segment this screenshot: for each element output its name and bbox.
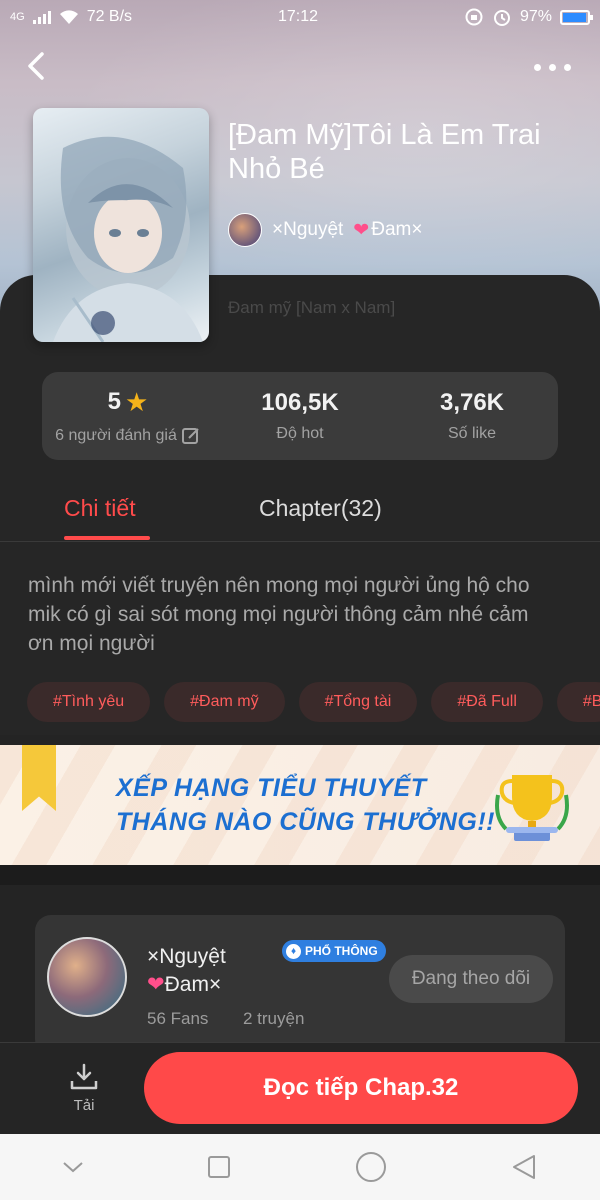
drop-icon: ♦ xyxy=(286,943,301,959)
fans-count: 56 Fans xyxy=(147,1009,209,1028)
download-label: Tải xyxy=(73,1097,95,1114)
story-genre: Đam mỹ [Nam x Nam] xyxy=(228,298,396,317)
recent-apps-icon[interactable] xyxy=(207,1155,231,1179)
author-card-name[interactable]: ×Nguyệt ❤Đam× xyxy=(147,943,277,999)
rotation-lock-icon xyxy=(465,8,483,26)
banner-line-2: THÁNG NÀO CŨNG THƯỞNG!! xyxy=(116,808,496,836)
edit-icon[interactable] xyxy=(181,426,201,446)
system-navigation-bar xyxy=(0,1134,600,1200)
star-icon: ★ xyxy=(125,386,149,417)
network-type: 4G xyxy=(10,11,25,23)
author-name: ×Nguyệt xyxy=(272,219,344,240)
wifi-icon xyxy=(59,10,78,24)
rating-value: 5 xyxy=(107,388,122,415)
author-card-name-line1: ×Nguyệt xyxy=(147,945,226,968)
battery-percent: 97% xyxy=(519,8,552,25)
continue-reading-button[interactable]: Đọc tiếp Chap.32 xyxy=(144,1052,578,1124)
tag-list: #Tình yêu #Đam mỹ #Tổng tài #Đã Full #B xyxy=(27,682,600,722)
trophy-icon xyxy=(495,775,569,841)
following-button[interactable]: Đang theo dõi xyxy=(389,955,553,1003)
hot-label: Độ hot xyxy=(276,425,324,442)
author-suffix: Đam× xyxy=(371,219,423,240)
level-badge-label: PHỔ THÔNG xyxy=(305,944,378,958)
tab-divider xyxy=(0,541,600,542)
stories-count: 2 truyện xyxy=(243,1009,305,1028)
likes-value: 3,76K xyxy=(439,389,505,416)
author-avatar xyxy=(228,213,262,247)
signal-icon xyxy=(32,11,51,24)
clock: 17:12 xyxy=(277,8,319,25)
battery-icon xyxy=(560,9,593,25)
tag-item[interactable]: #B xyxy=(556,682,600,722)
heart-icon: ❤ xyxy=(147,973,165,996)
more-options-icon[interactable] xyxy=(534,56,574,78)
alarm-icon xyxy=(493,10,510,26)
tab-chapters[interactable]: Chapter(32) xyxy=(259,495,382,522)
hot-value: 106,5K xyxy=(261,389,339,416)
back-triangle-icon[interactable] xyxy=(510,1153,538,1181)
rating-label: 6 người đánh giá xyxy=(55,426,177,444)
heart-icon: ❤ xyxy=(353,219,370,241)
active-tab-indicator xyxy=(64,536,150,540)
home-icon[interactable] xyxy=(355,1151,387,1183)
story-description: mình mới viết truyện nên mong mọi người … xyxy=(28,574,530,655)
likes-label: Số like xyxy=(447,425,497,442)
tag-item[interactable]: #Tình yêu xyxy=(27,682,151,722)
status-bar: 4G 72 B/s 17:12 97% xyxy=(0,0,600,34)
author-card-name-line2: Đam× xyxy=(164,973,222,996)
rating-stat[interactable]: 5 ★ 6 người đánh giá xyxy=(42,372,214,460)
story-author[interactable]: ×Nguyệt ❤ Đam× xyxy=(228,213,422,247)
banner-line-1: XẾP HẠNG TIỂU THUYẾT xyxy=(116,774,427,802)
story-title: [Đam Mỹ]Tôi Là Em Trai Nhỏ Bé xyxy=(228,119,541,185)
tag-item[interactable]: #Đam mỹ xyxy=(164,682,285,722)
download-icon xyxy=(70,1063,98,1090)
hot-stat: 106,5K Độ hot xyxy=(214,372,386,460)
ranking-promo-banner[interactable]: XẾP HẠNG TIỂU THUYẾT THÁNG NÀO CŨNG THƯỞ… xyxy=(0,745,600,865)
author-avatar-large[interactable] xyxy=(47,937,127,1017)
tag-item[interactable]: #Tổng tài xyxy=(298,682,418,722)
back-arrow-icon[interactable] xyxy=(22,48,52,84)
network-speed: 72 B/s xyxy=(86,8,133,25)
download-button[interactable]: Tải xyxy=(66,1063,102,1114)
stats-panel: 5 ★ 6 người đánh giá 106,5K Độ hot 3,76K … xyxy=(42,372,558,460)
likes-stat: 3,76K Số like xyxy=(386,372,558,460)
tag-item[interactable]: #Đã Full xyxy=(431,682,543,722)
chevron-down-icon[interactable] xyxy=(62,1160,84,1174)
level-badge: ♦ PHỔ THÔNG xyxy=(282,940,386,962)
story-cover-image xyxy=(33,108,209,342)
section-separator xyxy=(0,865,600,885)
tab-detail[interactable]: Chi tiết xyxy=(64,495,136,522)
